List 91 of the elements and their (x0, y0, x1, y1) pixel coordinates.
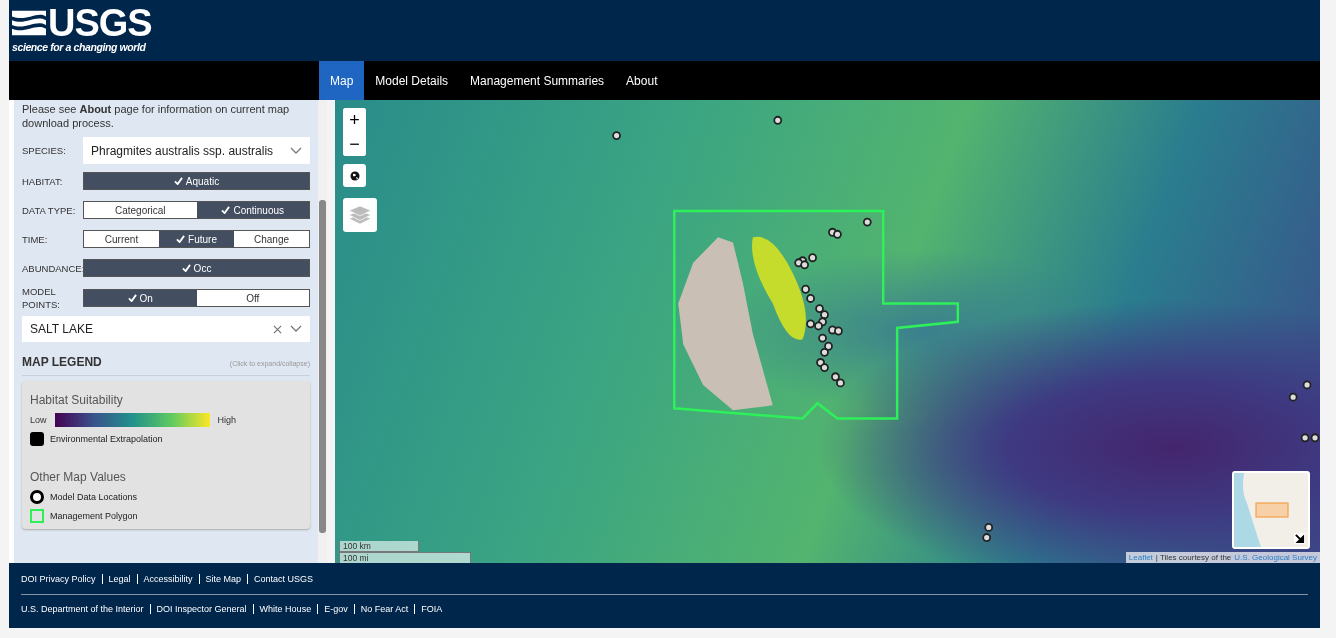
data-point-marker (833, 229, 842, 239)
checkmark-icon (176, 235, 186, 243)
nav-tab[interactable]: About (615, 61, 669, 100)
footer-link[interactable]: No Fear Act (353, 604, 415, 614)
data-point-marker (982, 533, 992, 543)
checkmark-icon (173, 177, 183, 185)
legend-section-title: Other Map Values (30, 470, 127, 484)
footer-link[interactable]: Contact USGS (247, 574, 320, 584)
data-point-marker (814, 321, 823, 331)
data-point-marker (808, 253, 817, 263)
footer-link[interactable]: Site Map (198, 574, 248, 584)
data-point-marker (1288, 392, 1298, 402)
nav-tab[interactable]: Management Summaries (459, 61, 616, 100)
footer-link[interactable]: DOI Inspector General (149, 604, 253, 614)
clear-icon[interactable] (273, 324, 282, 334)
checkmark-icon (221, 206, 231, 214)
data-point-marker (818, 333, 827, 343)
legend-label: Management Polygon (50, 511, 138, 521)
footer-link[interactable]: DOI Privacy Policy (21, 574, 102, 584)
legend-title[interactable]: MAP LEGEND (22, 355, 102, 369)
field-label: TIME: (22, 232, 49, 246)
circle-symbol (30, 490, 44, 504)
chevron-down-icon (290, 146, 302, 155)
data-point-marker (773, 115, 783, 125)
expand-arrow-icon[interactable] (1294, 533, 1305, 544)
layers-icon (348, 205, 372, 225)
ramp-label: Low (30, 415, 47, 425)
field-label: SPECIES: (22, 144, 67, 157)
data-point-marker (815, 304, 824, 314)
scale-bar: 100 mi (339, 552, 471, 563)
footer-link[interactable]: U.S. Department of the Interior (21, 604, 150, 614)
data-point-marker (1300, 433, 1310, 443)
scale-bar: 100 km (339, 541, 419, 552)
wave-logo-icon (12, 8, 46, 38)
toggle-button[interactable]: Off (196, 290, 309, 306)
toggle-button[interactable]: Aquatic (84, 173, 309, 189)
extent-rectangle (1255, 502, 1289, 518)
globe-button[interactable] (343, 164, 366, 187)
field-label: MODEL POINTS: (22, 285, 61, 311)
toggle-button[interactable]: Change (234, 231, 309, 247)
data-point-marker (831, 372, 840, 382)
scrollbar-thumb[interactable] (319, 200, 326, 533)
intro-text: Please see About page for information on current map download process. (22, 102, 291, 130)
data-point-marker (612, 131, 621, 141)
legend-section-title: Habitat Suitability (30, 393, 124, 407)
field-label: ABUNDANCE: (22, 261, 83, 275)
nav-tab[interactable]: Map (319, 61, 365, 100)
data-point-marker (800, 260, 809, 270)
location-dropdown[interactable]: SALT LAKE (22, 316, 310, 342)
footer-link[interactable]: FOIA (414, 604, 449, 614)
globe-icon (349, 170, 360, 181)
toggle-button[interactable]: On (84, 290, 197, 306)
species-dropdown[interactable]: Phragmites australis ssp. australis (83, 137, 310, 164)
footer-link[interactable]: Accessibility (136, 574, 199, 584)
data-point-marker (820, 310, 829, 320)
data-point-marker (984, 522, 994, 532)
layers-button[interactable] (343, 198, 377, 232)
data-point-marker (806, 319, 815, 329)
scrollbar[interactable] (318, 100, 327, 563)
footer-link[interactable]: Legal (101, 574, 137, 584)
footer-link[interactable]: White House (252, 604, 318, 614)
logo-tagline: science for a changing world (12, 41, 147, 53)
toggle-button[interactable]: Future (159, 231, 234, 247)
ramp-label: High (217, 415, 237, 425)
square-outline-symbol (30, 509, 44, 523)
data-point-marker (801, 284, 810, 294)
toggle-button[interactable]: Categorical (84, 202, 197, 218)
checkmark-icon (127, 294, 137, 302)
data-point-marker (1302, 380, 1312, 390)
logo-text: USGS (48, 6, 152, 40)
legend-label: Environmental Extrapolation (50, 434, 163, 444)
toggle-button[interactable]: Occ (84, 260, 309, 276)
legend-label: Model Data Locations (50, 492, 138, 502)
nav-tab[interactable]: Model Details (364, 61, 460, 100)
field-label: DATA TYPE: (22, 203, 77, 217)
field-label: HABITAT: (22, 174, 64, 188)
data-point-marker (834, 326, 843, 336)
data-point-marker (836, 378, 845, 388)
checkmark-icon (181, 264, 191, 272)
filled-square-symbol (30, 432, 44, 446)
data-point-marker (862, 217, 872, 227)
attribution-text: | Tiles courtesy of the (1155, 553, 1232, 562)
data-point-marker (824, 341, 833, 351)
data-point-marker (1310, 433, 1320, 443)
footer-link[interactable]: E-gov (317, 604, 354, 614)
data-point-marker (806, 293, 815, 303)
data-point-marker (820, 347, 829, 357)
data-point-marker (820, 363, 829, 373)
toggle-button[interactable]: Current (84, 231, 159, 247)
toggle-button[interactable]: Continuous (196, 202, 309, 218)
chevron-down-icon (290, 325, 302, 333)
